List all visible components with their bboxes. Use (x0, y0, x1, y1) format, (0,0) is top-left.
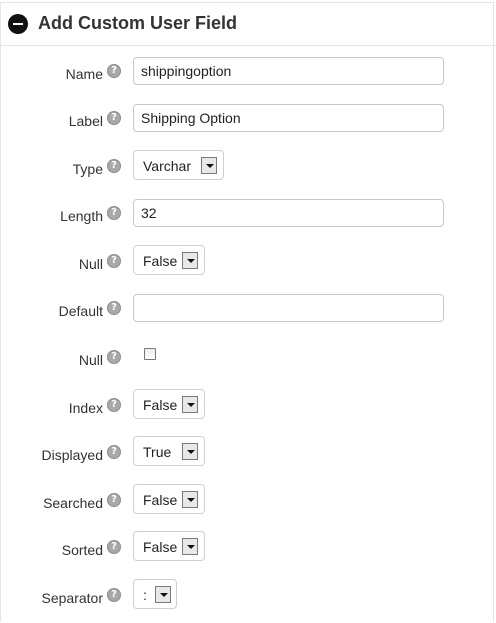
separator-row: Separator ? : (0, 579, 496, 613)
sorted-label: Sorted (61, 542, 103, 558)
null-select[interactable]: False (133, 245, 205, 275)
null-select-row: Null ? False (0, 245, 496, 279)
index-label: Index (68, 400, 103, 416)
name-label: Name (65, 66, 103, 82)
null-select-label: Null (78, 256, 103, 272)
help-icon[interactable]: ? (107, 398, 121, 412)
sorted-select-value: False (143, 539, 178, 555)
help-icon[interactable]: ? (107, 540, 121, 554)
help-icon[interactable]: ? (107, 350, 121, 364)
length-label: Length (60, 208, 103, 224)
sorted-row: Sorted ? False (0, 531, 496, 565)
help-icon[interactable]: ? (107, 254, 121, 268)
help-icon[interactable]: ? (107, 159, 121, 173)
help-icon[interactable]: ? (107, 493, 121, 507)
chevron-down-icon[interactable] (182, 491, 198, 508)
chevron-down-icon[interactable] (182, 443, 198, 460)
name-input[interactable] (133, 57, 444, 85)
help-icon[interactable]: ? (107, 206, 121, 220)
help-icon[interactable]: ? (107, 301, 121, 315)
label-label: Label (68, 113, 103, 129)
index-select[interactable]: False (133, 389, 205, 419)
name-row: Name ? (0, 57, 496, 89)
length-input[interactable] (133, 199, 444, 227)
null-checkbox-label: Null (78, 352, 103, 368)
separator-label: Separator (41, 590, 103, 606)
type-select-value: Varchar (143, 158, 191, 174)
null-select-value: False (143, 253, 178, 269)
default-input[interactable] (133, 294, 444, 322)
null-checkbox-row: Null ? (0, 343, 496, 375)
help-icon[interactable]: ? (107, 64, 121, 78)
separator-select-value: : (143, 587, 147, 603)
index-select-value: False (143, 397, 178, 413)
length-row: Length ? (0, 199, 496, 231)
null-checkbox[interactable] (144, 348, 156, 360)
displayed-select[interactable]: True (133, 436, 205, 466)
label-input[interactable] (133, 104, 444, 132)
type-select[interactable]: Varchar (133, 150, 224, 180)
separator-select[interactable]: : (133, 579, 177, 609)
searched-select-value: False (143, 492, 178, 508)
default-label: Default (58, 303, 103, 319)
label-row: Label ? (0, 104, 496, 136)
chevron-down-icon[interactable] (182, 396, 198, 413)
chevron-down-icon[interactable] (201, 157, 217, 174)
chevron-down-icon[interactable] (182, 252, 198, 269)
searched-select[interactable]: False (133, 484, 205, 514)
default-row: Default ? (0, 294, 496, 326)
help-icon[interactable]: ? (107, 445, 121, 459)
displayed-select-value: True (143, 444, 172, 460)
sorted-select[interactable]: False (133, 531, 205, 561)
searched-row: Searched ? False (0, 484, 496, 518)
chevron-down-icon[interactable] (155, 586, 171, 603)
searched-label: Searched (43, 495, 103, 511)
type-row: Type ? Varchar (0, 150, 496, 184)
displayed-label: Displayed (41, 447, 103, 463)
index-row: Index ? False (0, 389, 496, 423)
panel-header: Add Custom User Field (0, 0, 496, 46)
type-label: Type (72, 161, 103, 177)
displayed-row: Displayed ? True (0, 436, 496, 470)
panel-title: Add Custom User Field (38, 13, 238, 33)
help-icon[interactable]: ? (107, 588, 121, 602)
help-icon[interactable]: ? (107, 111, 121, 125)
chevron-down-icon[interactable] (182, 538, 198, 555)
collapse-minus-icon[interactable] (8, 14, 28, 34)
